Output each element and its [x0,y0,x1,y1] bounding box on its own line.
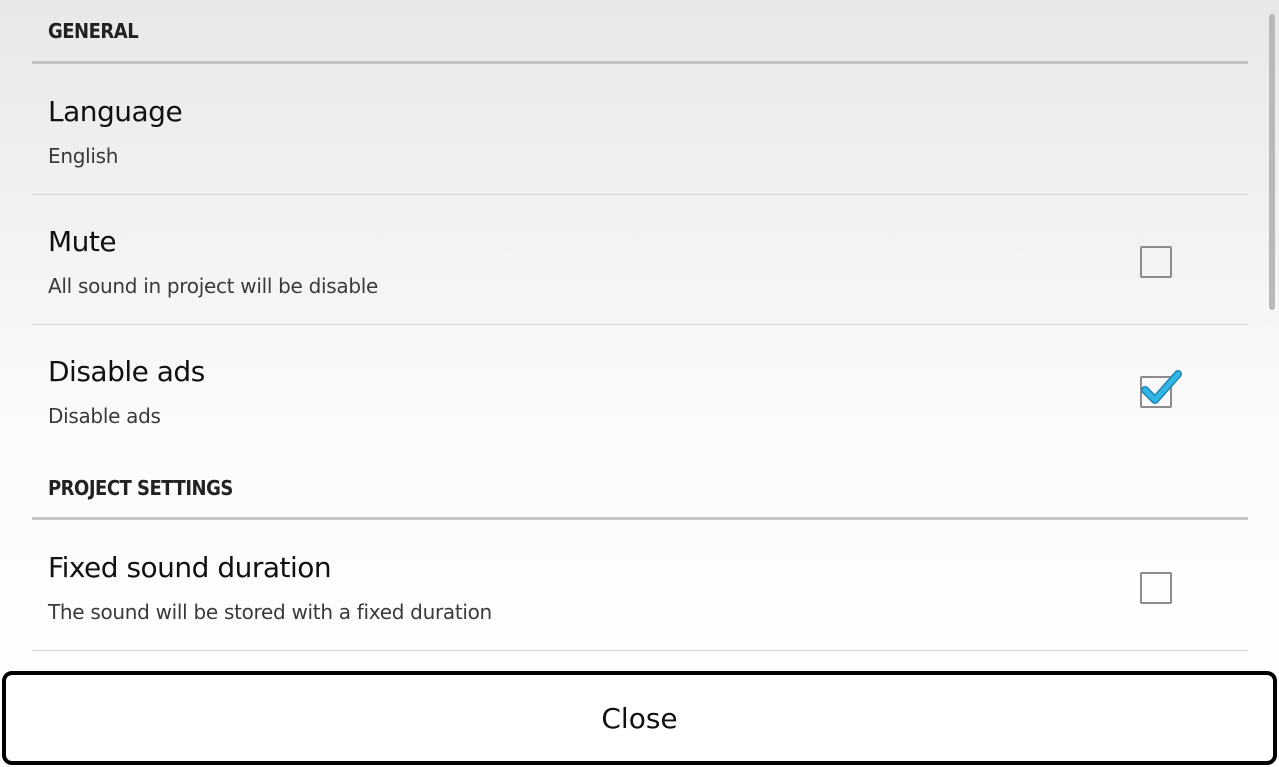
pref-language[interactable]: Language English [32,65,1248,195]
pref-fixed-duration-summary: The sound will be stored with a fixed du… [48,600,492,624]
fixed-duration-checkbox[interactable] [1140,572,1172,604]
close-button[interactable]: Close [2,671,1277,765]
pref-disable-ads-title: Disable ads [48,355,205,388]
pref-disable-ads-summary: Disable ads [48,404,161,428]
disable-ads-checkbox[interactable] [1140,370,1182,408]
section-title-general: GENERAL [48,19,139,43]
checkmark-icon [1141,370,1182,404]
section-title-project: PROJECT SETTINGS [48,476,233,500]
pref-fixed-duration-title: Fixed sound duration [48,551,332,584]
pref-fixed-duration[interactable]: Fixed sound duration The sound will be s… [32,521,1248,651]
pref-mute-title: Mute [48,225,117,258]
section-header-project: PROJECT SETTINGS [32,455,1248,520]
mute-checkbox[interactable] [1140,246,1172,278]
settings-list[interactable]: GENERAL Language English Mute All sound … [0,0,1279,660]
pref-disable-ads[interactable]: Disable ads Disable ads [32,325,1248,455]
pref-language-title: Language [48,95,183,128]
pref-language-summary: English [48,144,119,168]
section-header-general: GENERAL [32,0,1248,64]
settings-dialog: GENERAL Language English Mute All sound … [0,0,1279,767]
pref-mute-summary: All sound in project will be disable [48,274,379,298]
pref-mute[interactable]: Mute All sound in project will be disabl… [32,195,1248,325]
scrollbar[interactable] [1269,14,1275,310]
